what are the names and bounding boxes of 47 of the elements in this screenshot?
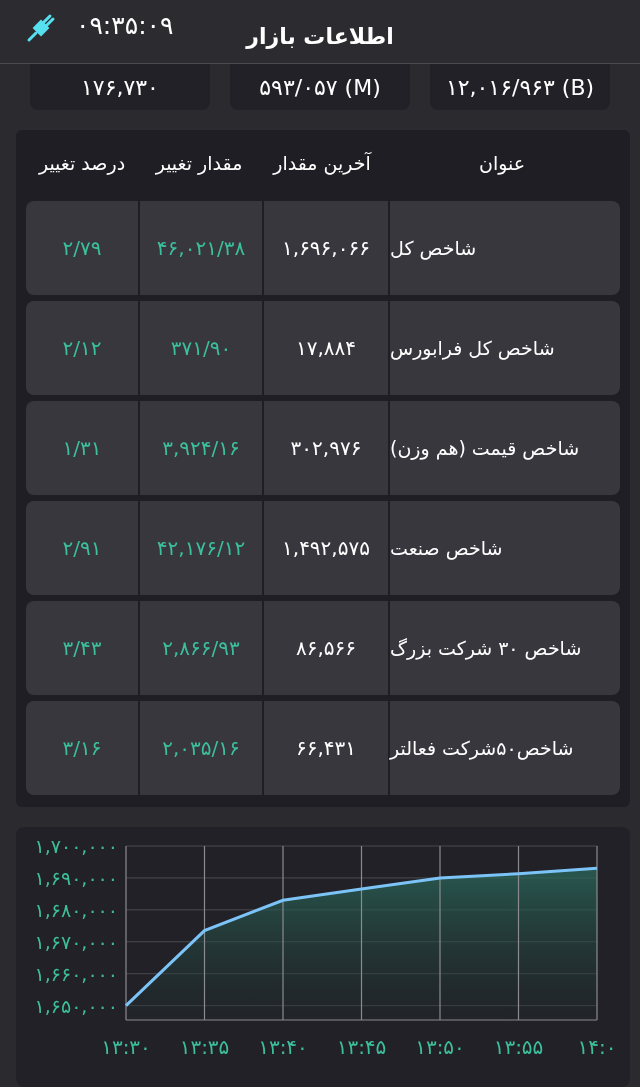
- x-axis-label: ۱۳:۳۵: [179, 1035, 230, 1059]
- table-cell: ۳۰۲,۹۷۶: [264, 401, 388, 495]
- table-cell: ۱۷,۸۸۴: [264, 301, 388, 395]
- table-cell: ۳/۱۶: [26, 701, 138, 795]
- table-cell: ۳۷۱/۹۰: [140, 301, 262, 395]
- table-cell: ۲,۰۳۵/۱۶: [140, 701, 262, 795]
- x-axis-label: ۱۳:۴۰: [258, 1035, 308, 1059]
- table-cell: شاخص۵۰شرکت فعالتر: [390, 701, 620, 795]
- table-cell: ۱/۳۱: [26, 401, 138, 495]
- page-title: اطلاعات بازار: [246, 24, 394, 49]
- summary-card: ۱۲,۰۱۶/۹۶۳ (B): [430, 64, 610, 110]
- table-cell: ۴۶,۰۲۱/۳۸: [140, 201, 262, 295]
- clock-time: ۰۹:۳۵:۰۹: [76, 11, 174, 41]
- table-cell: ۸۶,۵۶۶: [264, 601, 388, 695]
- table-cell: ۲/۱۲: [26, 301, 138, 395]
- summary-card: ۵۹۳/۰۵۷ (M): [230, 64, 410, 110]
- column-header: درصد تغییر: [37, 151, 127, 174]
- x-axis-label: ۱۴:۰: [577, 1035, 617, 1059]
- table-cell: شاخص صنعت: [390, 501, 620, 595]
- table-cell: شاخص کل: [390, 201, 620, 295]
- y-axis-label: ۱,۷۰۰,۰۰۰: [34, 835, 118, 857]
- y-axis-label: ۱,۶۸۰,۰۰۰: [34, 898, 118, 921]
- table-cell: ۱,۶۹۶,۰۶۶: [264, 201, 388, 295]
- x-axis-label: ۱۳:۵۵: [493, 1035, 544, 1059]
- column-header: آخرین مقدار: [271, 151, 373, 174]
- x-axis-label: ۱۳:۳۰: [101, 1035, 151, 1059]
- column-header: مقدار تغییر: [154, 151, 244, 174]
- x-axis-label: ۱۳:۵۰: [415, 1035, 465, 1059]
- table-cell: ۱,۴۹۲,۵۷۵: [264, 501, 388, 595]
- y-axis-label: ۱,۶۷۰,۰۰۰: [34, 930, 118, 953]
- table-cell: شاخص قیمت (هم وزن): [390, 401, 620, 495]
- table-cell: ۴۲,۱۷۶/۱۲: [140, 501, 262, 595]
- table-cell: شاخص کل فرابورس: [390, 301, 620, 395]
- y-axis-label: ۱,۶۶۰,۰۰۰: [34, 962, 118, 985]
- table-cell: ۶۶,۴۳۱: [264, 701, 388, 795]
- table-cell: ۲/۷۹: [26, 201, 138, 295]
- table-cell: شاخص ۳۰ شرکت بزرگ: [390, 601, 620, 695]
- x-axis-label: ۱۳:۴۵: [336, 1035, 387, 1059]
- table-cell: ۳,۹۲۴/۱۶: [140, 401, 262, 495]
- column-header: عنوان: [477, 151, 527, 174]
- table-cell: ۳/۴۳: [26, 601, 138, 695]
- table-cell: ۲,۸۶۶/۹۳: [140, 601, 262, 695]
- table-cell: ۲/۹۱: [26, 501, 138, 595]
- summary-card: ۱۷۶,۷۳۰: [30, 64, 210, 110]
- plug-icon: [26, 12, 56, 43]
- y-axis-label: ۱,۶۹۰,۰۰۰: [34, 866, 118, 889]
- y-axis-label: ۱,۶۵۰,۰۰۰: [34, 994, 118, 1017]
